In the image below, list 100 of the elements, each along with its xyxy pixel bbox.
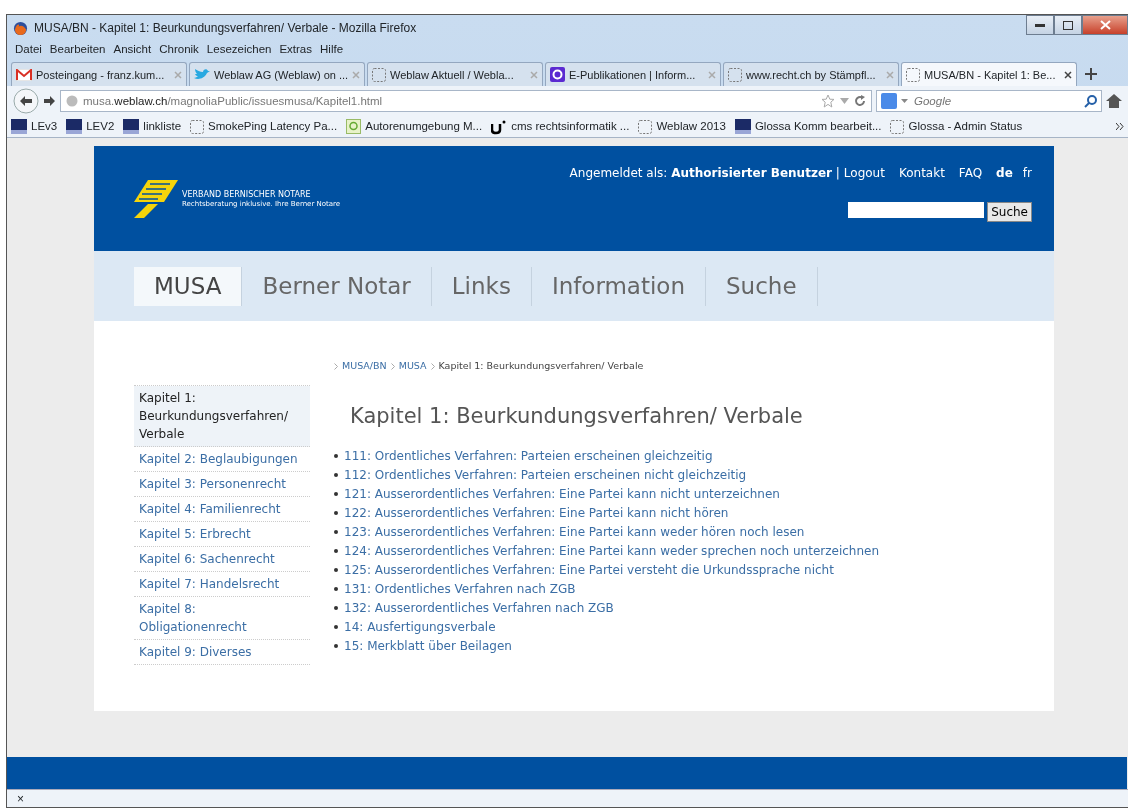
bullet-icon <box>334 511 338 516</box>
browser-tab[interactable]: MUSA/BN - Kapitel 1: Be... <box>901 62 1077 87</box>
chapter-link[interactable]: 112: Ordentliches Verfahren: Parteien erscheinen nicht gleichzeitig <box>344 465 747 485</box>
bird-icon <box>194 68 210 82</box>
letter-icon <box>550 67 565 83</box>
bullet-icon <box>334 549 338 554</box>
globe-icon <box>66 95 78 108</box>
chapter-link[interactable]: 111: Ordentliches Verfahren: Parteien erscheinen gleichzeitig <box>344 446 713 466</box>
bullet-icon <box>334 587 338 592</box>
bookmark[interactable]: LEv3 <box>11 118 58 136</box>
chapter-link[interactable]: 131: Ordentliches Verfahren nach ZGB <box>344 579 576 599</box>
browser-tab[interactable]: E-Publikationen | Inform... <box>545 62 721 87</box>
menu-item[interactable]: Bearbeiten <box>45 41 110 59</box>
header-link[interactable]: Kontakt <box>898 164 945 183</box>
nav-tab[interactable]: Berner Notar <box>242 267 432 306</box>
menu-item[interactable]: Lesezeichen <box>202 41 276 59</box>
close-button[interactable]: × <box>17 792 24 806</box>
sidebar-item[interactable]: Kapitel 2: Beglaubigungen <box>134 447 310 473</box>
sidebar-item[interactable]: Kapitel 5: Erbrecht <box>134 522 310 548</box>
bookmark[interactable]: Weblaw 2013 <box>638 118 726 136</box>
folder-icon <box>123 119 140 135</box>
maximize-button[interactable] <box>1054 15 1082 35</box>
browser-tab[interactable]: Weblaw AG (Weblaw) on ... <box>189 62 365 87</box>
close-icon <box>1099 20 1111 30</box>
nav-tab[interactable]: Suche <box>706 267 818 306</box>
chapter-link[interactable]: 124: Ausserordentliches Verfahren: Eine Partei kann weder sprechen noch unterzeichnen <box>344 541 880 561</box>
star-icon[interactable] <box>821 94 835 109</box>
back-button[interactable] <box>13 88 39 115</box>
chapter-link[interactable]: 123: Ausserordentliches Verfahren: Eine Partei kann weder hören noch lesen <box>344 522 805 542</box>
address-bar[interactable]: musa.weblaw.ch/magnoliaPublic/issuesmusa/Kapitel1.html <box>60 90 872 113</box>
nav-tab[interactable]: Information <box>531 267 706 306</box>
sidebar-item[interactable]: Kapitel 6: Sachenrecht <box>134 547 310 573</box>
sidebar-item[interactable]: Kapitel 8: Obligationenrecht <box>134 597 310 641</box>
browser-tab[interactable]: www.recht.ch by Stämpfl... <box>723 62 899 87</box>
nav-tab[interactable]: MUSA <box>134 267 243 306</box>
page-icon <box>890 119 905 134</box>
site-search-field[interactable] <box>848 202 985 219</box>
window-title: MUSA/BN - Kapitel 1: Beurkundungsverfahren/ Verbale - Mozilla Firefox <box>34 20 418 37</box>
chapter-link[interactable]: 125: Ausserordentliches Verfahren: Eine Partei versteht die Urkundssprache nicht <box>344 560 834 580</box>
bullet-icon <box>334 530 338 535</box>
minimize-button[interactable] <box>1026 15 1054 35</box>
sidebar-item[interactable]: Kapitel 7: Handelsrecht <box>134 572 310 598</box>
breadcrumb-link[interactable]: MUSA <box>398 359 427 374</box>
page-icon <box>372 67 386 82</box>
menu-item[interactable]: Extras <box>275 41 316 59</box>
header-link[interactable]: Logout <box>843 164 885 183</box>
login-status: Angemeldet als: Authorisierter Benutzer | <box>569 165 840 183</box>
menu-item[interactable]: Datei <box>11 41 46 59</box>
close-button[interactable] <box>1082 15 1128 35</box>
bookmark[interactable]: cms rechtsinformatik ... <box>491 118 630 136</box>
browser-tab[interactable]: Weblaw Aktuell / Webla... <box>367 62 543 87</box>
bullet-icon <box>334 568 338 573</box>
bookmark[interactable]: Glossa Komm bearbeit... <box>734 118 882 136</box>
bullet-icon <box>334 454 338 459</box>
forward-button[interactable] <box>43 95 56 108</box>
bullet-icon <box>334 473 338 478</box>
chevron-icon <box>390 362 395 370</box>
page-icon <box>190 119 205 134</box>
search-engine-icon[interactable] <box>881 93 897 110</box>
dropdown-icon[interactable] <box>901 99 908 104</box>
bookmark[interactable]: LEV2 <box>66 118 115 136</box>
sidebar-item[interactable]: Kapitel 1: Beurkundungsverfahren/ Verbale <box>134 386 310 448</box>
menu-item[interactable]: Hilfe <box>316 41 348 59</box>
bookmark[interactable]: Autorenumgebung M... <box>346 118 483 136</box>
browser-tab[interactable]: Posteingang - franz.kum... <box>11 62 187 87</box>
breadcrumb-current: Kapitel 1: Beurkundungsverfahren/ Verbale <box>438 359 644 374</box>
new-tab-icon[interactable] <box>1085 68 1097 81</box>
sidebar-item[interactable]: Kapitel 4: Familienrecht <box>134 497 310 523</box>
search-button[interactable]: Suche <box>987 202 1032 223</box>
chapter-link[interactable]: 15: Merkblatt über Beilagen <box>344 636 512 656</box>
menu-item[interactable]: Chronik <box>155 41 203 59</box>
chapter-link[interactable]: 132: Ausserordentliches Verfahren nach ZGB <box>344 598 614 618</box>
maximize-icon <box>1063 20 1073 30</box>
home-icon[interactable] <box>1106 94 1122 109</box>
reload-icon[interactable] <box>854 95 866 108</box>
bookmark[interactable]: linkliste <box>123 118 182 136</box>
page-heading: Kapitel 1: Beurkundungsverfahren/ Verbale <box>350 403 804 429</box>
url-text: musa.weblaw.ch/magnoliaPublic/issuesmusa/Kapitel1.html <box>83 94 383 107</box>
chevron-icon <box>334 362 338 370</box>
bookmark[interactable]: SmokePing Latency Pa... <box>190 118 338 136</box>
university-icon <box>491 118 508 135</box>
language-link[interactable]: fr <box>1022 164 1032 183</box>
chapter-link[interactable]: 122: Ausserordentliches Verfahren: Eine Partei kann nicht hören <box>344 503 729 523</box>
header-link[interactable]: FAQ <box>958 164 983 183</box>
more-icon[interactable] <box>1116 123 1124 131</box>
chapter-link[interactable]: 14: Ausfertigungsverbale <box>344 617 496 637</box>
bookmark[interactable]: Glossa - Admin Status <box>890 118 1023 136</box>
close-tab-icon[interactable] <box>1064 70 1072 79</box>
chapter-link[interactable]: 121: Ausserordentliches Verfahren: Eine Partei kann nicht unterzeichnen <box>344 484 780 504</box>
language-link[interactable]: de <box>996 164 1013 183</box>
nav-tab[interactable]: Links <box>431 267 532 306</box>
page-icon <box>906 67 920 82</box>
menu-item[interactable]: Ansicht <box>109 41 156 59</box>
bullet-icon <box>334 606 338 611</box>
sidebar-item[interactable]: Kapitel 3: Personenrecht <box>134 472 310 498</box>
sidebar-item[interactable]: Kapitel 9: Diverses <box>134 640 310 666</box>
search-field[interactable]: Google <box>876 90 1102 113</box>
bullet-icon <box>334 644 338 649</box>
search-icon[interactable] <box>1084 94 1097 108</box>
breadcrumb-link[interactable]: MUSA/BN <box>342 359 387 374</box>
